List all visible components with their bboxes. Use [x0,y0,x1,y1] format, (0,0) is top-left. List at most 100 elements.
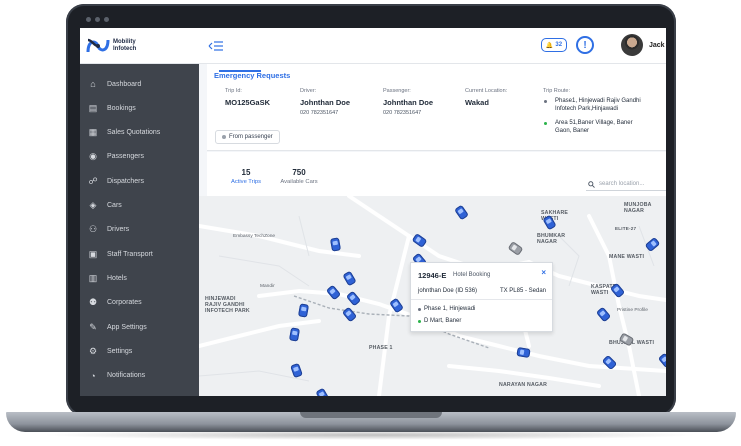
sidebar-item-bookings[interactable]: ▤ Bookings [80,96,199,120]
driver-icon: ⚇ [88,224,98,235]
avatar[interactable] [621,34,643,56]
sidebar-item-label: Sales Quotations [107,129,161,137]
from-passenger-chip[interactable]: From passenger [215,130,280,144]
sidebar-item-label: Dispatchers [107,177,144,185]
popup-plate: TX PL85 - Sedan [499,288,546,294]
route-to-line-2: Gaon, Baner [555,128,590,134]
sidebar-item-label: Bookings [107,104,136,112]
driver-label: Driver: [300,88,317,94]
route-from: Phase1, Hinjewadi Rajiv Gandhi Infotech … [555,97,641,113]
available-cars-value: 750 [292,168,306,177]
trip-id-label: Trip Id: [225,88,242,94]
passenger-label: Passenger: [383,88,411,94]
sidebar-item-passengers[interactable]: ◉ Passengers [80,145,199,169]
place-mandir: Mandir [260,284,275,289]
sidebar-item-label: Dashboard [107,80,142,88]
laptop-mockup: Mobility Infotech 🔔 32 ! Jack ⌂ Dashboard… [0,0,741,446]
quotation-icon: ▦ [88,127,98,138]
emergency-requests-panel: Emergency Requests Trip Id: MO125GaSK Dr… [207,64,666,151]
map-label-mane-wasti: MANE WASTI [609,254,645,260]
search-icon [588,180,595,188]
app-settings-icon: ✎ [89,321,97,332]
route-from-line-2: Infotech Park,Hinjawadi [555,106,619,112]
brand-line-1: Mobility [113,39,136,45]
sidebar-item-label: Hotels [107,274,127,282]
sidebar-item-notifications[interactable]: ◔ Notifications [80,364,199,388]
sidebar-item-label: Notifications [107,372,146,380]
tab-active-trips[interactable]: 15 Active Trips [219,168,273,185]
route-to: Area 51,Baner Village, Baner Gaon, Baner [555,119,633,135]
laptop-base-lip [300,412,442,418]
sidebar-item-label: Corporates [107,299,142,307]
sidebar-item-settings[interactable]: ⚙ Settings [80,339,199,363]
popup-driver: johnthan Doe (ID 536) [418,288,478,294]
close-icon[interactable]: × [541,268,546,277]
sidebar-item-label: Passengers [107,153,144,161]
map-label-elite-27: ELITE-27 [615,226,637,231]
sidebar-item-sales-quotations[interactable]: ▦ Sales Quotations [80,121,199,145]
alert-button[interactable]: ! [576,36,594,54]
search-placeholder: search location... [599,181,645,187]
sidebar-item-hotels[interactable]: ▥ Hotels [80,266,199,290]
sidebar-item-corporates[interactable]: ⚉ Corporates [80,291,199,315]
passenger-name: Johnthan Doe [383,98,433,107]
place-pristine-profile: Pristine Profile [617,308,648,313]
tab-available-cars[interactable]: 750 Available Cars [272,168,326,185]
notification-count: 32 [555,42,563,48]
sidebar-item-dashboard[interactable]: ⌂ Dashboard [80,72,199,96]
alert-icon: ! [583,39,587,51]
popup-trip-id: 12946-E [418,271,447,280]
notifications-button[interactable]: 🔔 32 [541,38,567,52]
trip-id-value[interactable]: MO125GaSK [225,98,270,107]
sidebar-item-app-settings[interactable]: ✎ App Settings [80,315,199,339]
corporate-icon: ⚉ [88,297,98,308]
route-to-line-1: Area 51,Baner Village, Baner [555,120,633,126]
window-dots [86,17,109,22]
user-name[interactable]: Jack [649,42,665,49]
passenger-icon: ◉ [89,151,97,162]
dispatcher-icon: ☍ [88,175,98,186]
bookings-icon: ▤ [88,102,98,113]
sidebar-item-label: App Settings [107,323,147,331]
panel-title: Emergency Requests [214,71,291,80]
sidebar-item-drivers[interactable]: ⚇ Drivers [80,218,199,242]
home-icon: ⌂ [90,79,96,89]
active-trips-label: Active Trips [231,179,261,185]
camera-notch [337,10,403,28]
map-label-hinjewadi: HINJEWADI RAJIV GANDHI INFOTECH PARK [205,296,250,314]
search-input[interactable]: search location... [586,178,666,191]
popup-booking-type: Hotel Booking [453,272,491,278]
sidebar: ⌂ Dashboard ▤ Bookings ▦ Sales Quotations ◉ Pas… [80,64,199,396]
map-label-narayan-nagar: NARAYAN NAGAR [499,382,548,388]
route-from-line-1: Phase1, Hinjewadi Rajiv Gandhi [555,98,641,104]
app-screen: Mobility Infotech 🔔 32 ! Jack ⌂ Dashboard… [80,28,666,396]
gear-icon: ⚙ [88,345,98,356]
location-label: Current Location: [465,88,508,94]
brand-mark-icon [86,38,110,53]
top-bar: Mobility Infotech 🔔 32 ! Jack [80,28,666,64]
chip-dot-icon [222,135,226,139]
brand-name: Mobility Infotech [113,39,149,53]
menu-toggle-icon[interactable] [208,40,224,52]
active-trips-value: 15 [241,168,251,177]
hotel-icon: ▥ [88,272,98,283]
passenger-phone: 020 782351647 [383,110,422,116]
route-end-dot [544,122,547,125]
sidebar-item-cars[interactable]: ◈ Cars [80,194,199,218]
popup-divider [411,299,552,300]
popup-start-dot [418,308,421,311]
bell-icon: 🔔 [545,42,554,49]
brand-logo[interactable]: Mobility Infotech [86,36,149,56]
brand-line-2: Infotech [113,46,137,52]
route-start-dot [544,100,547,103]
sidebar-item-dispatchers[interactable]: ☍ Dispatchers [80,169,199,193]
sidebar-item-label: Staff Transport [107,250,153,258]
sidebar-item-staff-transport[interactable]: ▣ Staff Transport [80,242,199,266]
driver-name: Johnthan Doe [300,98,350,107]
car-icon: ◈ [89,200,97,210]
location-value: Wakad [465,98,489,107]
sidebar-item-label: Drivers [107,226,130,234]
bell-icon: ◔ [90,370,96,381]
trip-popup[interactable]: 12946-E Hotel Booking × johnthan Doe (ID… [410,262,553,332]
chip-label: From passenger [229,134,273,140]
